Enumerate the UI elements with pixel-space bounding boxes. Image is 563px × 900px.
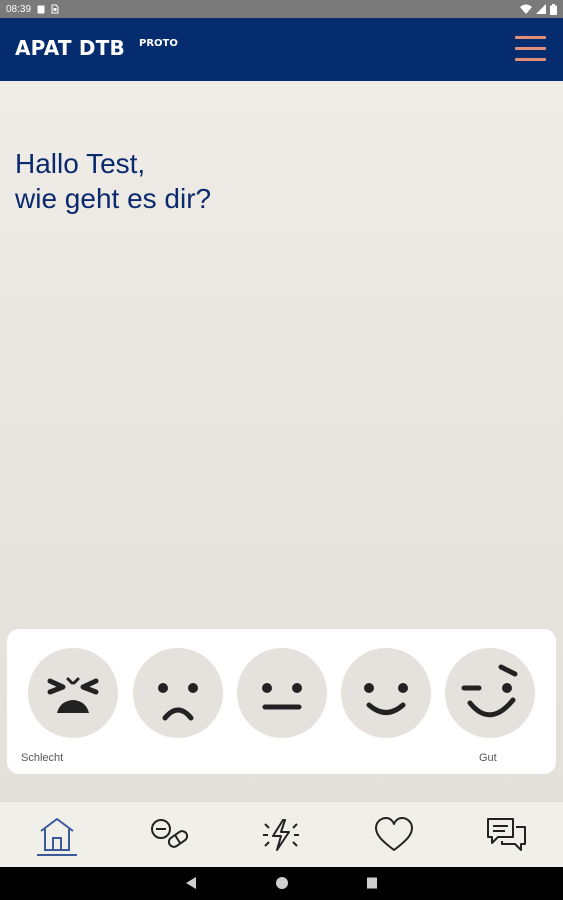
home-icon bbox=[40, 818, 74, 851]
medication-icon bbox=[151, 819, 189, 848]
sim-icon bbox=[51, 4, 59, 14]
app-subtitle-badge: PROTO bbox=[139, 38, 178, 49]
nav-medication[interactable] bbox=[147, 814, 191, 856]
bottom-navigation bbox=[0, 801, 563, 867]
greeting-line-1: Hallo Test, bbox=[15, 148, 146, 179]
system-navigation-bar bbox=[0, 867, 563, 900]
mood-very-bad-button[interactable] bbox=[28, 648, 118, 738]
back-icon[interactable] bbox=[185, 876, 197, 890]
active-tab-indicator bbox=[37, 854, 77, 856]
mood-rating-card: Schlecht Gut bbox=[7, 629, 556, 774]
greeting-line-2: wie geht es dir? bbox=[15, 183, 212, 214]
recents-icon[interactable] bbox=[366, 876, 378, 890]
mood-very-good-button[interactable] bbox=[445, 648, 535, 738]
nav-chat[interactable] bbox=[485, 814, 529, 856]
wifi-icon bbox=[520, 4, 532, 14]
mood-bad-button[interactable] bbox=[133, 648, 223, 738]
good-face-icon bbox=[364, 683, 408, 715]
status-time: 08:39 bbox=[6, 3, 32, 15]
nav-health[interactable] bbox=[372, 814, 416, 856]
hamburger-menu-icon bbox=[515, 36, 546, 39]
chat-icon bbox=[487, 818, 526, 851]
notification-icon bbox=[37, 5, 45, 13]
signal-icon bbox=[536, 4, 546, 14]
status-bar: 08:39 bbox=[0, 0, 563, 18]
main-content: Hallo Test, wie geht es dir? Schlecht Gu… bbox=[0, 81, 563, 801]
greeting-heading: Hallo Test, wie geht es dir? bbox=[15, 146, 211, 216]
bad-face-icon bbox=[158, 683, 198, 721]
nav-home[interactable] bbox=[35, 814, 79, 856]
heart-icon bbox=[375, 817, 413, 851]
very-good-face-icon bbox=[461, 664, 518, 718]
scale-label-good: Gut bbox=[479, 752, 497, 764]
scale-label-bad: Schlecht bbox=[21, 752, 64, 764]
neutral-face-icon bbox=[262, 683, 302, 710]
menu-button[interactable] bbox=[515, 36, 546, 61]
very-bad-face-icon bbox=[47, 677, 99, 713]
app-title: APAT DTB bbox=[15, 36, 125, 60]
mood-good-button[interactable] bbox=[341, 648, 431, 738]
home-circle-icon[interactable] bbox=[275, 876, 289, 890]
mood-neutral-button[interactable] bbox=[237, 648, 327, 738]
symptoms-icon bbox=[263, 819, 299, 851]
nav-symptoms[interactable] bbox=[259, 814, 303, 856]
battery-icon bbox=[550, 3, 557, 15]
app-bar: APAT DTB PROTO bbox=[0, 18, 563, 81]
